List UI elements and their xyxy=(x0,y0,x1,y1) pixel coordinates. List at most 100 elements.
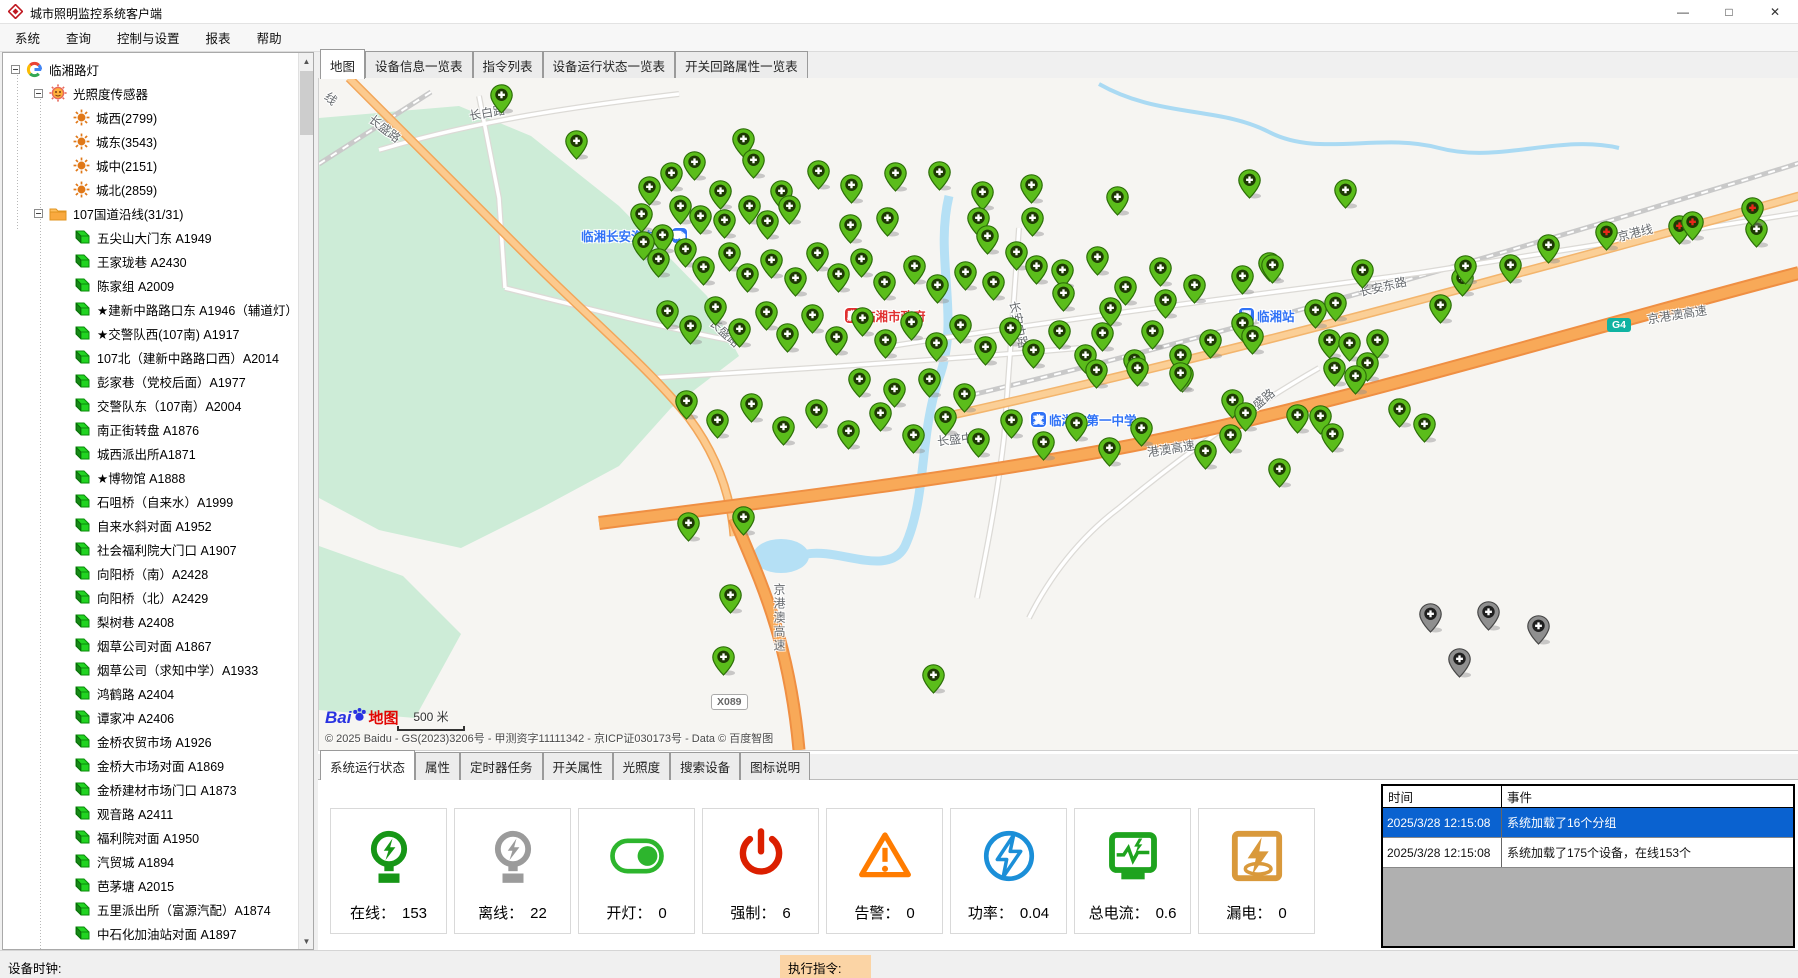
device-pin-online[interactable] xyxy=(805,399,828,429)
device-pin-online[interactable] xyxy=(689,205,712,235)
tree-item-g2-20[interactable]: 鸿鹤路 A2404 xyxy=(3,681,297,705)
device-pin-online[interactable] xyxy=(807,160,830,190)
tree-expander-icon[interactable] xyxy=(34,209,43,218)
minimize-button[interactable]: — xyxy=(1660,0,1706,24)
device-pin-online[interactable] xyxy=(1199,329,1222,359)
device-pin-online[interactable] xyxy=(825,326,848,356)
bottom-tab-2[interactable]: 属性 xyxy=(415,752,460,780)
device-pin-online[interactable] xyxy=(1323,357,1346,387)
device-pin-online[interactable] xyxy=(903,255,926,285)
device-pin-alarm[interactable] xyxy=(1741,197,1764,227)
device-pin-online[interactable] xyxy=(760,249,783,279)
device-pin-online[interactable] xyxy=(1000,409,1023,439)
device-pin-online[interactable] xyxy=(1052,282,1075,312)
menu-item-4[interactable]: 报表 xyxy=(193,24,244,51)
tree-item-g2-17[interactable]: 梨树巷 A2408 xyxy=(3,609,297,633)
tree-item-g1-2[interactable]: 城东(3543) xyxy=(3,129,297,153)
device-pin-online[interactable] xyxy=(1241,325,1264,355)
device-pin-online[interactable] xyxy=(1324,292,1347,322)
device-pin-online[interactable] xyxy=(1032,431,1055,461)
device-pin-online[interactable] xyxy=(1065,412,1088,442)
device-pin-online[interactable] xyxy=(874,329,897,359)
tree-item-g2-3[interactable]: 陈家组 A2009 xyxy=(3,273,297,297)
device-pin-online[interactable] xyxy=(656,300,679,330)
map-tab-4[interactable]: 设备运行状态一览表 xyxy=(543,51,676,79)
device-pin-online[interactable] xyxy=(736,263,759,293)
device-pin-online[interactable] xyxy=(926,274,949,304)
map-tab-3[interactable]: 指令列表 xyxy=(473,51,543,79)
bottom-tab-7[interactable]: 图标说明 xyxy=(740,752,810,780)
device-pin-online[interactable] xyxy=(742,149,765,179)
device-pin-online[interactable] xyxy=(1537,234,1560,264)
device-pin-online[interactable] xyxy=(1169,362,1192,392)
device-pin-alarm[interactable] xyxy=(1595,221,1618,251)
tree-item-g2-5[interactable]: ★交警队西(107南) A1917 xyxy=(3,321,297,345)
device-pin-online[interactable] xyxy=(630,203,653,233)
device-pin-online[interactable] xyxy=(1099,297,1122,327)
device-pin-online[interactable] xyxy=(1130,417,1153,447)
device-pin-online[interactable] xyxy=(954,261,977,291)
device-pin-online[interactable] xyxy=(900,311,923,341)
event-log-row-1[interactable]: 2025/3/28 12:15:08系统加载了16个分组 xyxy=(1383,808,1793,838)
device-pin-online[interactable] xyxy=(1344,365,1367,395)
maximize-button[interactable]: □ xyxy=(1706,0,1752,24)
tree-item-group-2[interactable]: 107国道沿线(31/31) xyxy=(3,201,297,225)
device-pin-online[interactable] xyxy=(848,368,871,398)
tree-item-g2-22[interactable]: 金桥农贸市场 A1926 xyxy=(3,729,297,753)
device-pin-online[interactable] xyxy=(740,393,763,423)
tree-item-g2-23[interactable]: 金桥大市场对面 A1869 xyxy=(3,753,297,777)
close-button[interactable]: ✕ xyxy=(1752,0,1798,24)
menu-item-3[interactable]: 控制与设置 xyxy=(104,24,193,51)
device-pin-online[interactable] xyxy=(772,416,795,446)
map-tab-5[interactable]: 开关回路属性一览表 xyxy=(675,51,808,79)
device-pin-online[interactable] xyxy=(1366,329,1389,359)
device-pin-online[interactable] xyxy=(784,267,807,297)
tree-item-g2-1[interactable]: 五尖山大门东 A1949 xyxy=(3,225,297,249)
tree-item-g2-25[interactable]: 观音路 A2411 xyxy=(3,801,297,825)
tree-item-g2-4[interactable]: ★建新中路路口东 A1946（辅道灯） xyxy=(3,297,297,321)
device-pin-online[interactable] xyxy=(949,314,972,344)
map-canvas[interactable]: 线长白路长盛路长盛路长安中路长安东路长盛中路港澳高速长盛路京港线京港澳高速京港澳… xyxy=(318,78,1798,750)
device-pin-online[interactable] xyxy=(1286,404,1309,434)
device-pin-online[interactable] xyxy=(565,130,588,160)
scroll-down-icon[interactable]: ▼ xyxy=(299,933,314,949)
device-pin-online[interactable] xyxy=(1388,398,1411,428)
device-pin-online[interactable] xyxy=(709,180,732,210)
device-pin-alarm[interactable] xyxy=(1681,211,1704,241)
device-pin-online[interactable] xyxy=(851,307,874,337)
menu-item-2[interactable]: 查询 xyxy=(53,24,104,51)
device-pin-offline[interactable] xyxy=(1527,615,1550,645)
tree-item-g2-6[interactable]: 107北（建新中路路口西）A2014 xyxy=(3,345,297,369)
device-pin-online[interactable] xyxy=(704,296,727,326)
device-pin-online[interactable] xyxy=(982,271,1005,301)
device-pin-online[interactable] xyxy=(1149,257,1172,287)
scroll-up-icon[interactable]: ▲ xyxy=(299,53,314,69)
device-pin-offline[interactable] xyxy=(1419,603,1442,633)
device-pin-online[interactable] xyxy=(873,271,896,301)
device-pin-online[interactable] xyxy=(902,424,925,454)
device-pin-online[interactable] xyxy=(776,323,799,353)
tree-item-g2-2[interactable]: 王家珑巷 A2430 xyxy=(3,249,297,273)
device-pin-online[interactable] xyxy=(756,210,779,240)
device-pin-online[interactable] xyxy=(660,162,683,192)
tree-item-g1-4[interactable]: 城北(2859) xyxy=(3,177,297,201)
tree-item-g2-11[interactable]: ★博物馆 A1888 xyxy=(3,465,297,489)
device-pin-online[interactable] xyxy=(827,263,850,293)
bottom-tab-5[interactable]: 光照度 xyxy=(613,752,671,780)
tree-item-g2-27[interactable]: 汽贸城 A1894 xyxy=(3,849,297,873)
device-pin-online[interactable] xyxy=(1025,255,1048,285)
tree-item-g2-30[interactable]: 中石化加油站对面 A1897 xyxy=(3,921,297,945)
tree-item-g2-26[interactable]: 福利院对面 A1950 xyxy=(3,825,297,849)
tree-item-g2-13[interactable]: 自来水斜对面 A1952 xyxy=(3,513,297,537)
scroll-thumb[interactable] xyxy=(300,71,313,135)
device-pin-online[interactable] xyxy=(1021,207,1044,237)
device-pin-online[interactable] xyxy=(837,420,860,450)
tree-item-root[interactable]: 临湘路灯 xyxy=(3,57,297,81)
device-pin-online[interactable] xyxy=(1413,413,1436,443)
device-pin-online[interactable] xyxy=(876,207,899,237)
bottom-tab-6[interactable]: 搜索设备 xyxy=(670,752,740,780)
bottom-tab-3[interactable]: 定时器任务 xyxy=(460,752,543,780)
device-pin-online[interactable] xyxy=(1499,254,1522,284)
device-pin-online[interactable] xyxy=(732,506,755,536)
tree-item-g2-14[interactable]: 社会福利院大门口 A1907 xyxy=(3,537,297,561)
